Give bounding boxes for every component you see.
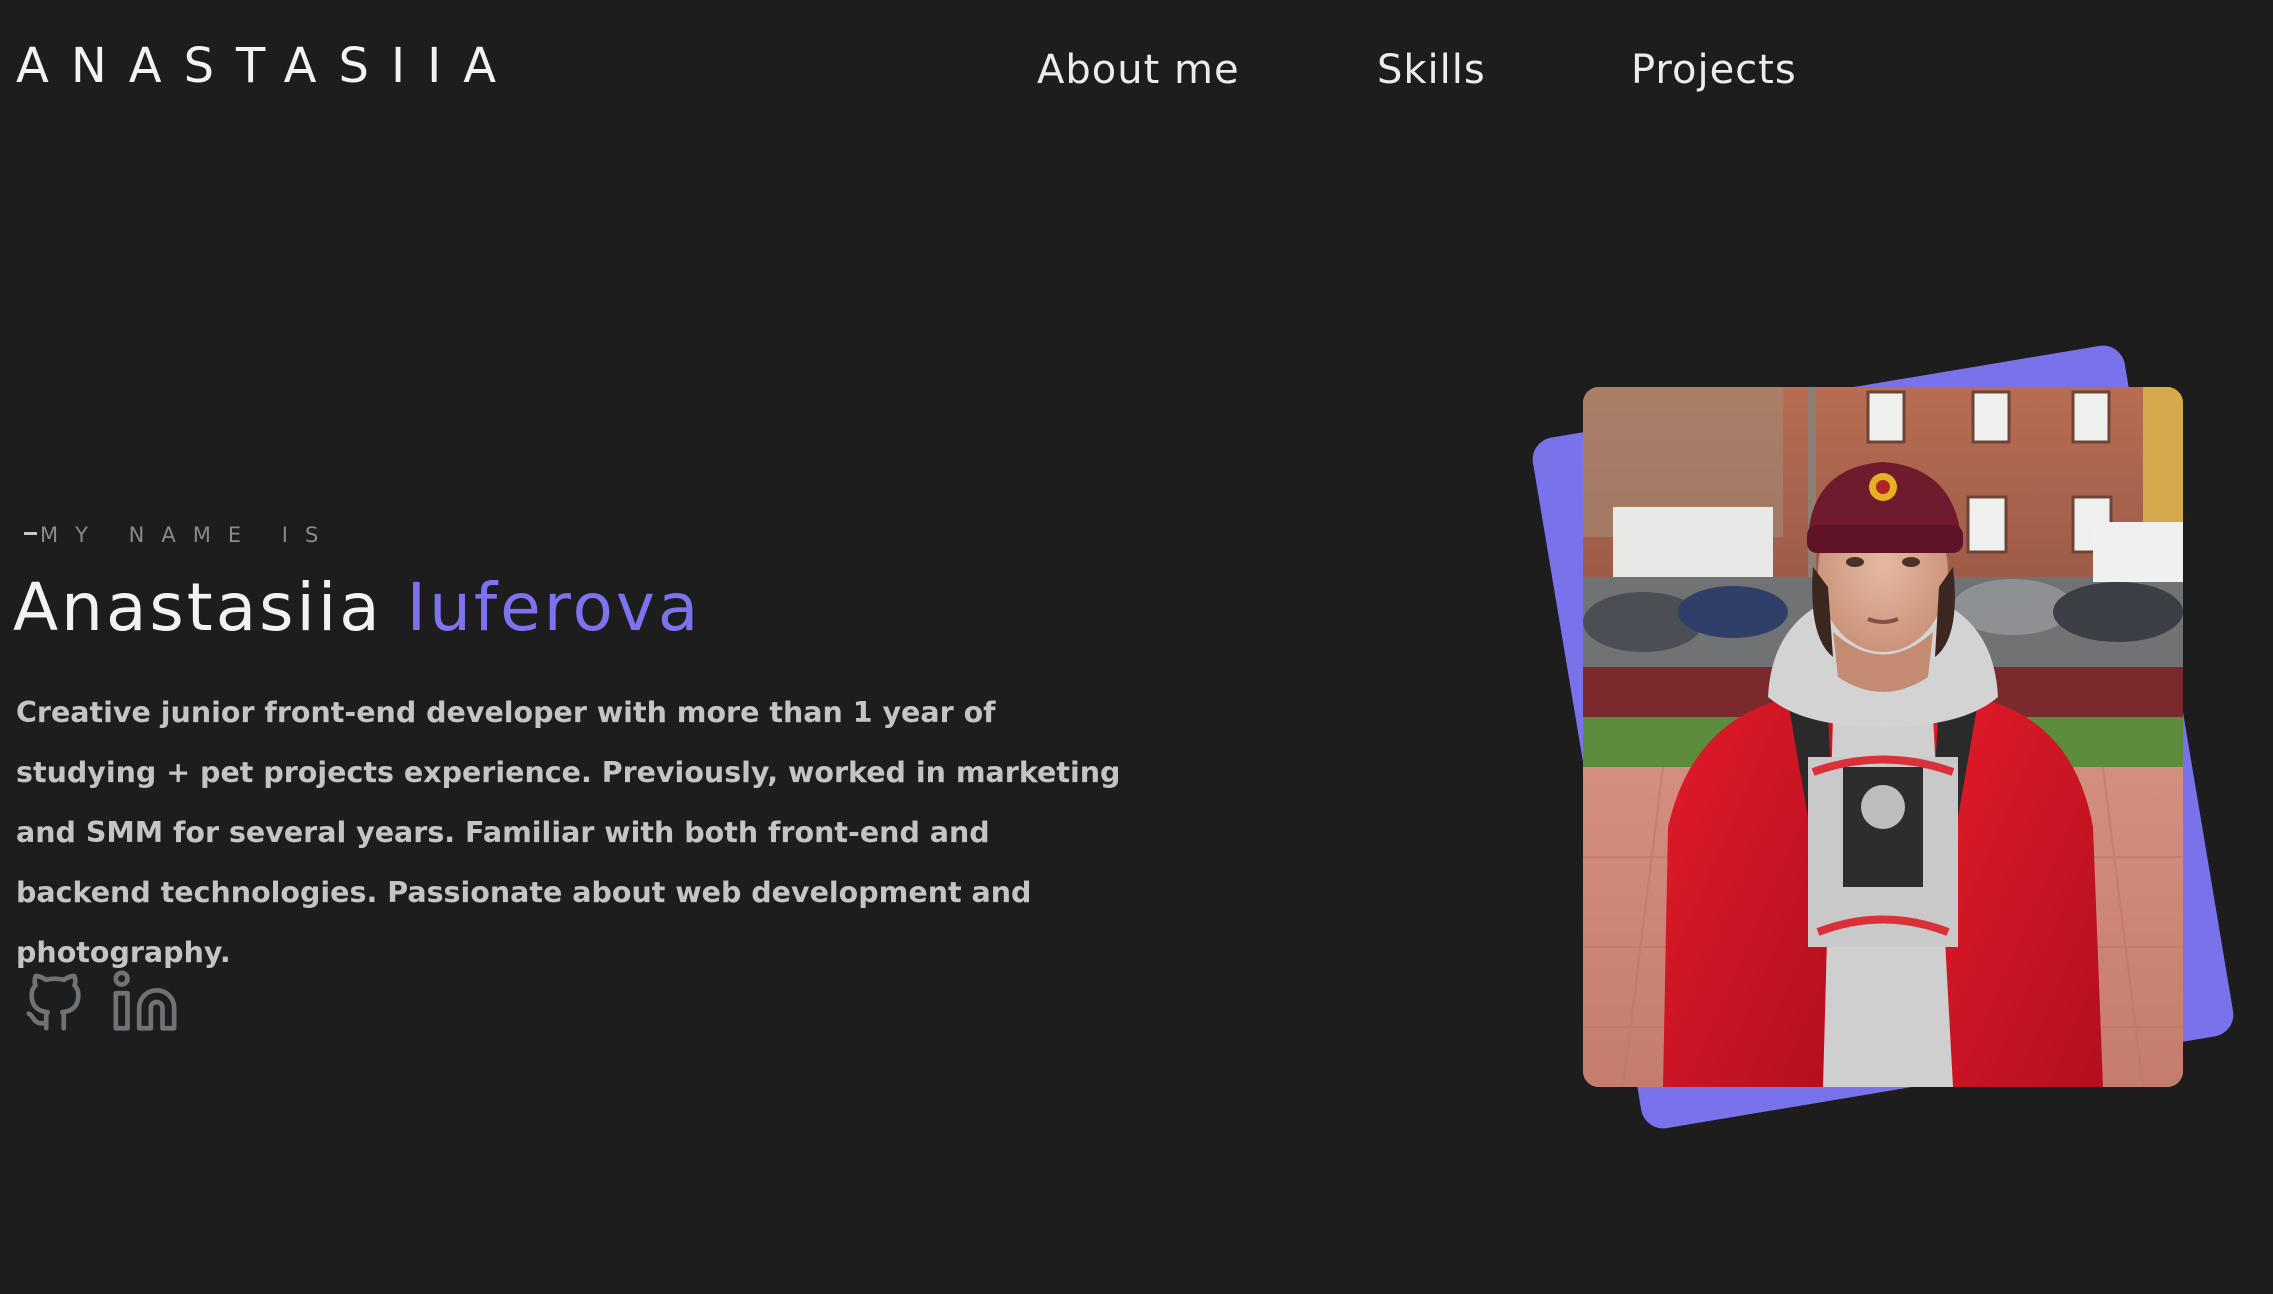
nav-link-skills[interactable]: Skills xyxy=(1377,40,1486,100)
intro-label: MY NAME IS xyxy=(24,518,335,552)
hero-name: Anastasiia Iuferova xyxy=(13,568,701,648)
profile-photo xyxy=(1583,387,2183,1087)
social-links xyxy=(20,965,180,1039)
github-link[interactable] xyxy=(20,965,90,1039)
intro-dash xyxy=(24,532,37,535)
nav-link-about[interactable]: About me xyxy=(1037,40,1240,100)
github-icon xyxy=(20,965,90,1039)
intro-label-text: MY NAME IS xyxy=(40,523,336,547)
main-nav: About me Skills Projects xyxy=(0,40,2273,100)
linkedin-icon xyxy=(110,965,180,1039)
profile-photo-frame xyxy=(1529,342,2237,1132)
linkedin-link[interactable] xyxy=(110,965,180,1039)
last-name: Iuferova xyxy=(406,569,702,646)
first-name: Anastasiia xyxy=(13,569,383,646)
page: ANASTASIIA About me Skills Projects MY N… xyxy=(0,0,2273,1294)
hero-bio: Creative junior front-end developer with… xyxy=(16,696,1121,969)
nav-link-projects[interactable]: Projects xyxy=(1631,40,1797,100)
